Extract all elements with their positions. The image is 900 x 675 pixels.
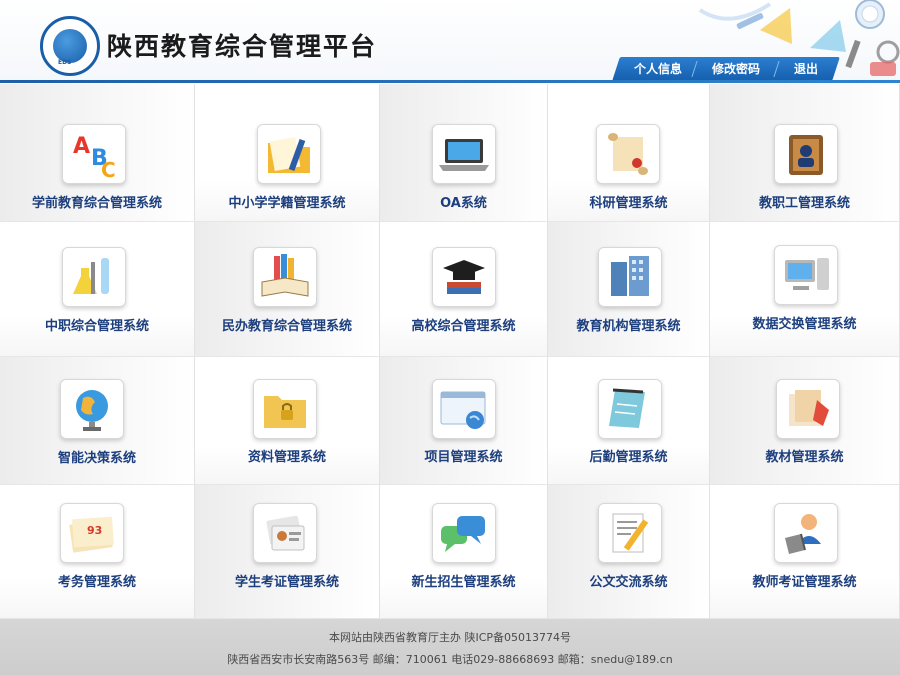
system-label: 后勤管理系统 (589, 450, 668, 465)
system-label: 公文交流系统 (589, 575, 668, 590)
contact-book-icon (774, 124, 838, 184)
system-tile[interactable]: ABC 学前教育综合管理系统 (0, 84, 195, 222)
system-tile[interactable]: 中职综合管理系统 (0, 222, 195, 357)
graduation-cap-icon (432, 247, 496, 307)
system-label: 教职工管理系统 (758, 196, 850, 211)
system-label: 数据交换管理系统 (752, 317, 857, 332)
footer-contact: 陕西省西安市长安南路563号 邮编：710061 电话029-88668693 … (227, 653, 673, 666)
user-laptop-icon (774, 503, 838, 563)
system-tile[interactable]: 教材管理系统 (710, 357, 900, 485)
system-tile[interactable]: 数据交换管理系统 (710, 222, 900, 357)
lab-flask-icon (62, 247, 126, 307)
system-tile[interactable]: 教师考证管理系统 (710, 485, 900, 619)
folder-documents-icon (776, 379, 840, 439)
svg-text:A: A (73, 134, 90, 159)
system-label: 教师考证管理系统 (752, 575, 857, 590)
system-label: 新生招生管理系统 (411, 575, 516, 590)
globe-icon (60, 379, 124, 439)
system-tile[interactable]: 项目管理系统 (380, 357, 548, 485)
system-tile[interactable]: 资料管理系统 (195, 357, 380, 485)
system-label: OA系统 (440, 196, 487, 211)
chat-bubbles-icon (432, 503, 496, 563)
system-grid: ABC 学前教育综合管理系统 中小学学籍管理系统 OA系统 科研管理系统 教职工… (0, 84, 900, 619)
system-label: 中小学学籍管理系统 (228, 196, 346, 211)
system-tile[interactable]: 民办教育综合管理系统 (195, 222, 380, 357)
nav-change-password[interactable]: 修改密码 (696, 57, 776, 81)
system-label: 项目管理系统 (424, 450, 503, 465)
system-tile[interactable]: 93 考务管理系统 (0, 485, 195, 619)
nav-logout[interactable]: 退出 (778, 57, 834, 81)
system-tile[interactable]: 中小学学籍管理系统 (195, 84, 380, 222)
system-tile[interactable]: OA系统 (380, 84, 548, 222)
logo-text: EDS (58, 59, 72, 66)
computer-icon (774, 245, 838, 305)
svg-text:93: 93 (87, 524, 102, 537)
system-label: 学生考证管理系统 (234, 575, 339, 590)
id-cards-icon (253, 503, 317, 563)
open-book-icon (253, 247, 317, 307)
system-label: 学前教育综合管理系统 (31, 196, 162, 211)
abc-blocks-icon: ABC (62, 124, 126, 184)
top-navigation: 个人信息 修改密码 退出 (612, 57, 840, 81)
education-department-logo: EDS (40, 16, 100, 76)
svg-text:C: C (101, 158, 116, 182)
logo-emblem-icon (53, 29, 87, 63)
header: EDS 陕西教育综合管理平台 个人信息 修改密码 退出 (0, 0, 900, 82)
system-label: 教材管理系统 (765, 450, 844, 465)
system-label: 资料管理系统 (247, 450, 326, 465)
folder-pencil-icon (257, 124, 321, 184)
notepad-icon (598, 379, 662, 439)
document-pen-icon (598, 503, 662, 563)
system-label: 教育机构管理系统 (576, 319, 681, 334)
system-label: 高校综合管理系统 (411, 319, 516, 334)
page-title: 陕西教育综合管理平台 (107, 32, 378, 61)
system-tile[interactable]: 科研管理系统 (548, 84, 710, 222)
system-label: 科研管理系统 (589, 196, 668, 211)
system-tile[interactable]: 教育机构管理系统 (548, 222, 710, 357)
system-tile[interactable]: 后勤管理系统 (548, 357, 710, 485)
system-label: 民办教育综合管理系统 (221, 319, 352, 334)
header-divider (0, 80, 900, 83)
system-tile[interactable]: 智能决策系统 (0, 357, 195, 485)
system-label: 考务管理系统 (57, 575, 136, 590)
system-label: 中职综合管理系统 (44, 319, 149, 334)
system-tile[interactable]: 高校综合管理系统 (380, 222, 548, 357)
nav-personal-info[interactable]: 个人信息 (624, 57, 692, 81)
calendar-icon: 93 (60, 503, 124, 563)
building-icon (598, 247, 662, 307)
system-tile[interactable]: 教职工管理系统 (710, 84, 900, 222)
browser-window-icon (432, 379, 496, 439)
laptop-icon (432, 124, 496, 184)
locked-folder-icon (253, 379, 317, 439)
scroll-icon (596, 124, 660, 184)
system-label: 智能决策系统 (57, 451, 136, 466)
system-tile[interactable]: 公文交流系统 (548, 485, 710, 619)
footer: 本网站由陕西省教育厅主办 陕ICP备05013774号 陕西省西安市长安南路56… (0, 619, 900, 675)
footer-copyright: 本网站由陕西省教育厅主办 陕ICP备05013774号 (328, 631, 572, 644)
system-tile[interactable]: 新生招生管理系统 (380, 485, 548, 619)
system-tile[interactable]: 学生考证管理系统 (195, 485, 380, 619)
